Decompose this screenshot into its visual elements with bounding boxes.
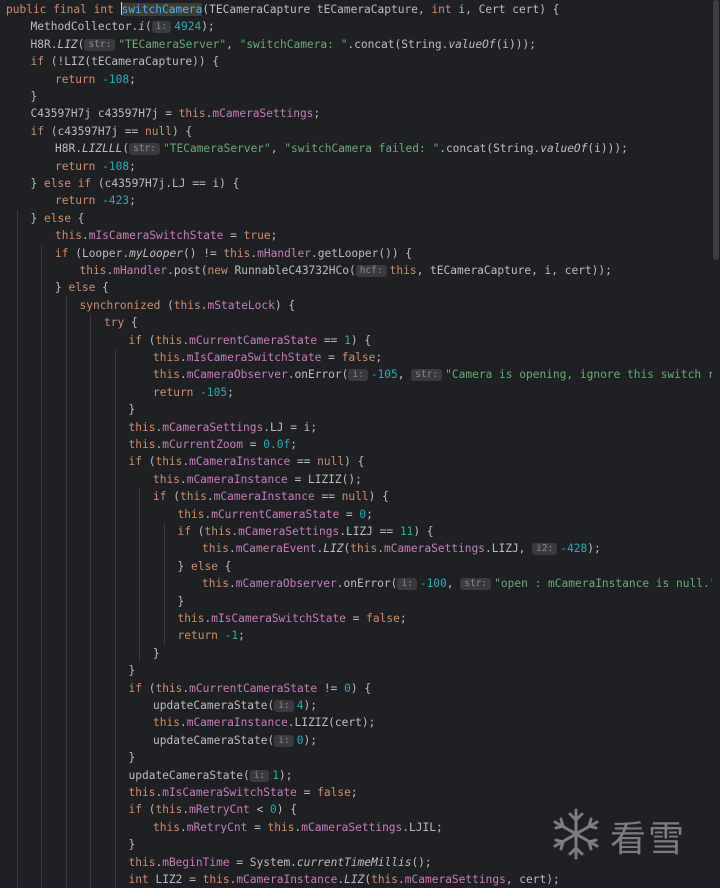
code-line[interactable]: MethodCollector.i(i: 4924); bbox=[31, 18, 215, 35]
code-line[interactable]: updateCameraState(i: 0); bbox=[153, 732, 317, 749]
code-line[interactable]: } bbox=[31, 88, 38, 105]
indent-guide bbox=[16, 209, 18, 888]
code-line[interactable]: } bbox=[129, 836, 136, 853]
code-line[interactable]: if (this.mCameraInstance == null) { bbox=[129, 453, 365, 470]
code-line[interactable]: public final int switchCamera(TECameraCa… bbox=[6, 1, 559, 18]
code-line[interactable]: } else { bbox=[178, 558, 232, 575]
param-hint: i: bbox=[397, 578, 417, 591]
code-line[interactable]: updateCameraState(i: 1); bbox=[129, 767, 292, 784]
code-line[interactable]: if (this.mCameraInstance == null) { bbox=[153, 488, 389, 505]
param-hint: str: bbox=[129, 143, 161, 156]
param-hint: i2: bbox=[532, 543, 558, 556]
code-line[interactable]: if (this.mCurrentCameraState != 0) { bbox=[129, 680, 372, 697]
param-hint: i: bbox=[151, 21, 172, 34]
param-hint: i: bbox=[249, 769, 270, 782]
code-line[interactable]: } else if (c43597H7j.LJ == i) { bbox=[31, 175, 240, 192]
code-line[interactable]: return -105; bbox=[153, 384, 234, 401]
code-line[interactable]: if (c43597H7j == null) { bbox=[31, 123, 193, 140]
code-line[interactable]: } else { bbox=[31, 210, 85, 227]
scrollbar-thumb[interactable] bbox=[713, 0, 719, 260]
indent-guide bbox=[65, 296, 67, 888]
vertical-scrollbar[interactable] bbox=[712, 0, 720, 888]
code-line[interactable]: this.mCameraInstance = LIZIZ(); bbox=[153, 471, 362, 488]
code-line[interactable]: } bbox=[129, 401, 136, 418]
watermark-text: 看雪 bbox=[610, 819, 687, 860]
code-line[interactable]: C43597H7j c43597H7j = this.mCameraSettin… bbox=[31, 105, 321, 122]
code-line[interactable]: updateCameraState(i: 4); bbox=[153, 697, 317, 714]
code-line[interactable]: } bbox=[153, 645, 160, 662]
code-line[interactable]: return -108; bbox=[55, 71, 136, 88]
code-line[interactable]: synchronized (this.mStateLock) { bbox=[80, 297, 296, 314]
code-line[interactable]: } bbox=[129, 662, 136, 679]
code-line[interactable]: return -1; bbox=[178, 627, 245, 644]
code-line[interactable]: return -108; bbox=[55, 158, 136, 175]
code-line[interactable]: this.mCameraEvent.LIZ(this.mCameraSettin… bbox=[202, 540, 601, 557]
code-line[interactable]: this.mHandler.post(new RunnableC43732HCo… bbox=[80, 262, 612, 279]
param-hint: i: bbox=[274, 700, 294, 712]
param-hint: str: bbox=[460, 578, 492, 591]
code-line[interactable]: this.mCurrentZoom = 0.0f; bbox=[129, 436, 297, 453]
code-line[interactable]: if (!LIZ(tECameraCapture)) { bbox=[31, 53, 220, 70]
param-hint: str: bbox=[84, 38, 116, 51]
code-line[interactable]: if (this.mCurrentCameraState == 1) { bbox=[129, 332, 372, 349]
code-line[interactable]: this.mCurrentCameraState = 0; bbox=[178, 506, 373, 523]
code-line[interactable]: this.mCameraObserver.onError(i: -100, str… bbox=[202, 575, 720, 592]
indent-guide bbox=[139, 488, 140, 663]
indent-guide bbox=[163, 523, 165, 645]
code-line[interactable]: this.mIsCameraSwitchState = false; bbox=[129, 784, 358, 801]
code-line[interactable]: if (Looper.myLooper() != this.mHandler.g… bbox=[55, 245, 412, 262]
code-line[interactable]: this.mIsCameraSwitchState = true; bbox=[55, 227, 277, 244]
code-editor[interactable]: public final int switchCamera(TECameraCa… bbox=[0, 0, 720, 888]
code-line[interactable]: this.mIsCameraSwitchState = false; bbox=[178, 610, 407, 627]
code-line[interactable]: this.mRetryCnt = this.mCameraSettings.LJ… bbox=[153, 819, 443, 836]
kanxue-watermark: 看雪 bbox=[548, 806, 708, 866]
code-line[interactable]: if (this.mRetryCnt < 0) { bbox=[129, 801, 297, 818]
param-hint: i: bbox=[348, 369, 368, 382]
param-hint: str: bbox=[411, 369, 443, 382]
code-line[interactable]: this.mCameraSettings.LJ = i; bbox=[129, 419, 318, 436]
code-line[interactable]: try { bbox=[104, 314, 138, 331]
snowflake-icon bbox=[553, 808, 599, 860]
code-line[interactable]: } bbox=[178, 593, 185, 610]
code-line[interactable]: this.mBeginTime = System.currentTimeMill… bbox=[129, 854, 432, 871]
code-line[interactable]: this.mCameraInstance.LIZIZ(cert); bbox=[153, 714, 375, 731]
code-line[interactable]: this.mCameraObserver.onError(i: -105, str… bbox=[153, 366, 720, 383]
method-name-highlight: switchCamera bbox=[121, 3, 203, 16]
code-line[interactable]: return -423; bbox=[55, 192, 136, 209]
code-line[interactable]: this.mIsCameraSwitchState = false; bbox=[153, 349, 382, 366]
indent-guide bbox=[41, 244, 42, 888]
code-line[interactable]: int LIZ2 = this.mCameraInstance.LIZ(this… bbox=[129, 871, 560, 888]
param-hint: i: bbox=[274, 734, 294, 747]
code-line[interactable]: } else { bbox=[55, 279, 109, 296]
code-line[interactable]: H8R.LIZ(str: "TECameraServer", "switchCam… bbox=[31, 36, 536, 53]
param-hint: hcf: bbox=[355, 265, 387, 277]
code-line[interactable]: if (this.mCameraSettings.LIZJ == 11) { bbox=[178, 523, 434, 540]
indent-guide bbox=[90, 314, 91, 888]
code-line[interactable]: H8R.LIZLLL(str: "TECameraServer", "switch… bbox=[55, 140, 628, 157]
code-line[interactable]: } bbox=[129, 749, 136, 766]
indent-guide bbox=[114, 349, 116, 888]
